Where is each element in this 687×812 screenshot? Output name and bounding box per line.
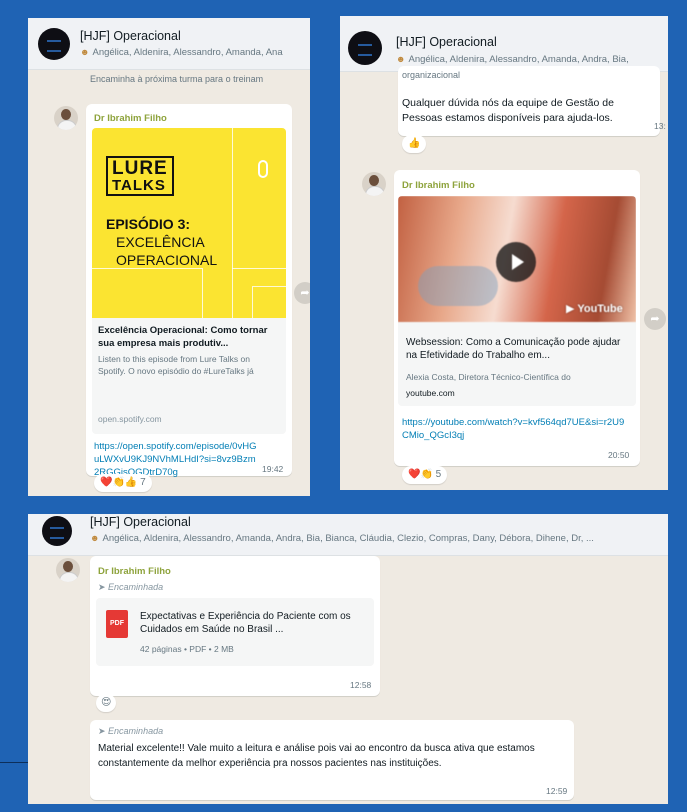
preview-title: Excelência Operacional: Como tornar sua … bbox=[98, 325, 268, 349]
cover-line-decoration bbox=[232, 128, 233, 318]
cover-topic-line1: EXCELÊNCIA bbox=[116, 234, 205, 250]
message-bubble[interactable]: organizacional Qualquer dúvida nós da eq… bbox=[398, 66, 666, 136]
group-members-icon: ☻ bbox=[396, 54, 406, 64]
document-title: Expectativas e Experiência do Paciente c… bbox=[140, 611, 351, 635]
group-members-icon: ☻ bbox=[80, 47, 90, 57]
thumbnail-blur bbox=[418, 266, 498, 306]
sender-avatar[interactable] bbox=[362, 172, 386, 196]
microphone-icon bbox=[258, 160, 268, 178]
preview-description: Listen to this episode from Lure Talks o… bbox=[98, 354, 254, 376]
forwarded-label: ➤ Encaminhada bbox=[98, 726, 164, 736]
preview-domain: youtube.com bbox=[406, 388, 455, 398]
youtube-logo: ▶ YouTube bbox=[566, 303, 623, 315]
message-time: 13: bbox=[654, 121, 666, 131]
sender-avatar[interactable] bbox=[54, 106, 78, 130]
cover-topic-line2: OPERACIONAL bbox=[116, 252, 218, 268]
chat-header[interactable]: [HJF] Operacional ☻ Angélica, Aldenira, A… bbox=[340, 16, 668, 72]
cover-episode: EPISÓDIO 3: bbox=[106, 216, 191, 232]
cover-line-decoration bbox=[232, 268, 286, 269]
message-bubble[interactable]: Dr Ibrahim Filho ▶ YouTube Websession: C… bbox=[394, 170, 640, 466]
video-thumbnail: ▶ YouTube bbox=[398, 196, 636, 322]
link-preview[interactable]: LURE TALKS EPISÓDIO 3: EXCELÊNCIA OPERAC… bbox=[92, 128, 286, 434]
document-attachment[interactable]: PDF Expectativas e Experiência do Pacien… bbox=[96, 598, 374, 666]
previous-message-partial: Encaminha à próxima turma para o treinam bbox=[90, 74, 264, 84]
chat-panel-document: [HJF] Operacional ☻ Angélica, Aldenira, A… bbox=[28, 514, 668, 804]
group-members-icon: ☻ bbox=[90, 533, 100, 543]
chat-panel-spotify: [HJF] Operacional ☻ Angélica, Aldenira, A… bbox=[28, 18, 310, 496]
forwarded-icon: ➤ bbox=[98, 726, 109, 736]
message-text: Qualquer dúvida nós da equipe de Gestão … bbox=[402, 97, 614, 124]
sender-name[interactable]: Dr Ibrahim Filho bbox=[94, 113, 167, 124]
group-avatar[interactable] bbox=[38, 28, 70, 60]
sender-name[interactable]: Dr Ibrahim Filho bbox=[98, 566, 171, 577]
side-rule bbox=[0, 762, 28, 763]
forwarded-label: ➤ Encaminhada bbox=[98, 582, 164, 592]
cover-brand-line2: TALKS bbox=[112, 177, 166, 194]
member-list: ☻ Angélica, Aldenira, Alessandro, Amanda,… bbox=[90, 533, 594, 544]
cover-line-decoration bbox=[252, 286, 286, 318]
sender-name[interactable]: Dr Ibrahim Filho bbox=[402, 180, 475, 191]
play-icon bbox=[512, 254, 524, 270]
pdf-icon: PDF bbox=[106, 610, 128, 638]
group-avatar[interactable] bbox=[348, 31, 382, 65]
reactions[interactable]: 👍 bbox=[402, 135, 427, 153]
chat-header[interactable]: [HJF] Operacional ☻ Angélica, Aldenira, A… bbox=[28, 514, 668, 556]
group-name: [HJF] Operacional bbox=[396, 35, 497, 49]
preview-description: Alexia Costa, Diretora Técnico-Científic… bbox=[406, 372, 571, 382]
cover-line-decoration bbox=[92, 268, 202, 269]
forward-icon[interactable]: ➦ bbox=[294, 282, 310, 304]
reactions[interactable]: ❤️👏👍 7 bbox=[94, 474, 152, 492]
member-list: ☻ Angélica, Aldenira, Alessandro, Amanda,… bbox=[396, 54, 629, 65]
message-link[interactable]: https://youtube.com/watch?v=kvf564qd7UE&… bbox=[402, 416, 630, 442]
message-text: Material excelente!! Vale muito a leitur… bbox=[98, 743, 535, 769]
chat-panel-youtube: [HJF] Operacional ☻ Angélica, Aldenira, A… bbox=[340, 16, 668, 490]
preview-title: Websession: Como a Comunicação pode ajud… bbox=[406, 337, 621, 361]
preview-domain: open.spotify.com bbox=[98, 414, 162, 424]
forward-icon[interactable]: ➦ bbox=[644, 308, 666, 330]
reactions[interactable]: 😍 bbox=[96, 694, 117, 712]
play-button[interactable] bbox=[496, 242, 536, 282]
sender-avatar[interactable] bbox=[56, 558, 80, 582]
message-bubble[interactable]: Dr Ibrahim Filho LURE TALKS EPISÓDIO 3: … bbox=[86, 104, 292, 478]
message-time: 19:42 bbox=[262, 464, 284, 474]
cover-brand-box: LURE TALKS bbox=[106, 156, 174, 196]
cover-brand-line1: LURE bbox=[112, 158, 168, 179]
group-name: [HJF] Operacional bbox=[90, 515, 191, 529]
message-bubble[interactable]: ➤ Encaminhada Material excelente!! Vale … bbox=[90, 720, 574, 800]
reactions[interactable]: ❤️👏 5 bbox=[402, 466, 448, 484]
group-avatar[interactable] bbox=[42, 516, 72, 546]
message-bubble[interactable]: Dr Ibrahim Filho ➤ Encaminhada PDF Expec… bbox=[90, 556, 380, 696]
member-list: ☻ Angélica, Aldenira, Alessandro, Amanda,… bbox=[80, 47, 283, 58]
group-name: [HJF] Operacional bbox=[80, 29, 181, 43]
document-meta: 42 páginas • PDF • 2 MB bbox=[140, 644, 234, 654]
message-time: 12:58 bbox=[350, 680, 372, 690]
previous-message-partial: organizacional bbox=[402, 70, 461, 80]
cover-line-decoration bbox=[202, 268, 203, 318]
chat-header[interactable]: [HJF] Operacional ☻ Angélica, Aldenira, A… bbox=[28, 18, 310, 70]
message-time: 12:59 bbox=[546, 786, 568, 796]
message-time: 20:50 bbox=[608, 450, 630, 460]
forwarded-icon: ➤ bbox=[98, 582, 109, 592]
link-preview[interactable]: ▶ YouTube Websession: Como a Comunicação… bbox=[398, 196, 636, 406]
podcast-cover: LURE TALKS EPISÓDIO 3: EXCELÊNCIA OPERAC… bbox=[92, 128, 286, 318]
